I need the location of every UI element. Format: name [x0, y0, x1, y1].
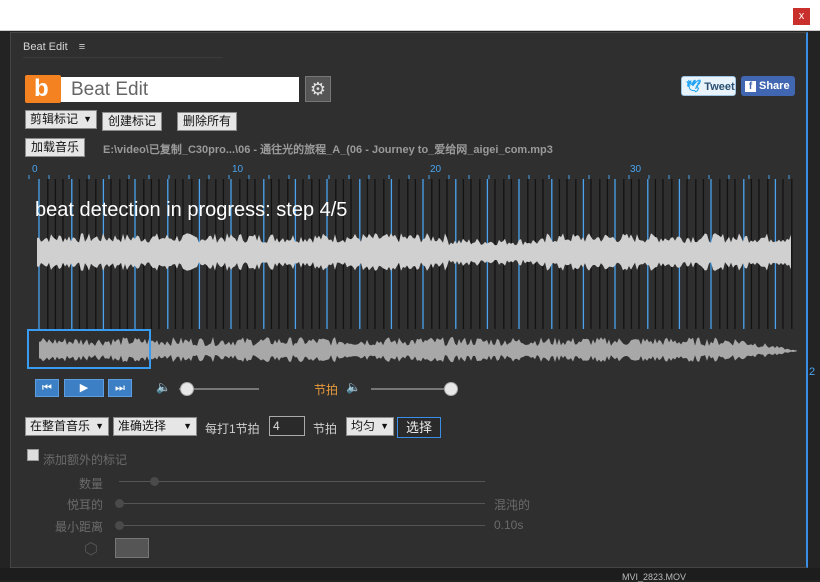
beat-volume-track[interactable] [371, 388, 451, 390]
distribution-select[interactable]: 均匀 ▼ [346, 417, 394, 436]
app-title-field: Beat Edit [61, 77, 299, 102]
background-timeline-strip [0, 568, 820, 580]
tweet-button[interactable]: 🕊 Tweet [681, 76, 736, 96]
pleasantness-slider [115, 499, 124, 508]
min-distance-slider [115, 521, 124, 530]
background-edge-text: 2 [809, 366, 816, 378]
distribution-select-value: 均匀 [351, 419, 376, 433]
select-button[interactable]: 选择 [397, 417, 441, 438]
beat-edit-panel: Beat Edit ≡ b Beat Edit ⚙ 🕊 Tweet f Share… [10, 32, 808, 568]
pleasantness-slider-track [119, 503, 485, 504]
beat-edit-logo: b [25, 75, 61, 103]
window-titlebar: x [0, 0, 820, 31]
marker-type-value: 剪辑标记 [30, 112, 79, 126]
scope-select-value: 在整首音乐 [30, 419, 91, 433]
mode-select-value: 准确选择 [118, 419, 167, 433]
beat-unit-label: 节拍 [313, 422, 338, 436]
pleasant-label: 悦耳的 [67, 498, 104, 512]
tweet-label: Tweet [704, 81, 735, 93]
logo-letter: b [34, 75, 49, 102]
chaotic-label: 混沌的 [494, 498, 531, 512]
background-clip-label: MVI_2823.MOV [622, 572, 687, 582]
share-label: Share [759, 80, 790, 92]
waveform-graphic [27, 175, 797, 369]
panel-tab[interactable]: Beat Edit ≡ [23, 41, 85, 53]
beat-label: 节拍 [314, 383, 339, 397]
scope-select[interactable]: 在整首音乐 ▼ [25, 417, 109, 436]
add-extra-markers-label: 添加额外的标记 [43, 453, 128, 467]
cube-icon: ⬡ [84, 541, 98, 558]
gear-icon[interactable]: ⚙ [305, 76, 331, 102]
min-distance-value: 0.10s [494, 518, 524, 532]
beat-volume-slider[interactable] [444, 382, 458, 396]
play-icon[interactable]: ▶ [64, 379, 104, 397]
dropdown-arrow-icon: ▼ [95, 421, 104, 431]
min-distance-slider-track [119, 525, 485, 526]
beat-detection-status: beat detection in progress: step 4/5 [35, 199, 348, 221]
file-path: E:\video\已复制_C30pro...\06 - 通往光的旅程_A_(06… [103, 144, 553, 156]
panel-tab-title: Beat Edit [23, 41, 68, 53]
create-markers-button[interactable]: 创建标记 [102, 112, 163, 131]
music-volume-icon: 🔈 [156, 380, 171, 394]
music-volume-slider[interactable] [180, 382, 194, 396]
mode-select[interactable]: 准确选择 ▼ [113, 417, 197, 436]
dropdown-arrow-icon: ▼ [380, 421, 389, 431]
color-swatch[interactable] [115, 538, 149, 558]
quantity-slider-track [119, 481, 485, 482]
min-distance-label: 最小距离 [55, 520, 104, 534]
facebook-share-button[interactable]: f Share [741, 76, 795, 96]
tab-divider [23, 57, 223, 58]
panel-menu-icon[interactable]: ≡ [79, 41, 85, 53]
marker-type-select[interactable]: 剪辑标记 ▼ [25, 110, 97, 129]
waveform-area[interactable]: 0 10 20 30 [27, 163, 799, 371]
dropdown-arrow-icon: ▼ [83, 114, 92, 124]
quantity-slider [150, 477, 159, 486]
beat-count-input[interactable]: 4 [269, 416, 305, 436]
previous-icon[interactable]: ⏮ [35, 379, 59, 397]
twitter-bird-icon: 🕊 [686, 79, 702, 93]
every-beats-label: 每打1节拍 [205, 422, 260, 436]
quantity-label: 数量 [79, 477, 104, 491]
next-icon[interactable]: ⏭ [108, 379, 132, 397]
delete-all-button[interactable]: 删除所有 [177, 112, 238, 131]
close-button[interactable]: x [793, 8, 810, 25]
beat-volume-icon: 🔈 [346, 380, 361, 394]
add-extra-markers-checkbox[interactable] [27, 449, 39, 461]
load-music-button[interactable]: 加载音乐 [25, 138, 86, 157]
dropdown-arrow-icon: ▼ [183, 421, 192, 431]
facebook-icon: f [745, 81, 756, 92]
